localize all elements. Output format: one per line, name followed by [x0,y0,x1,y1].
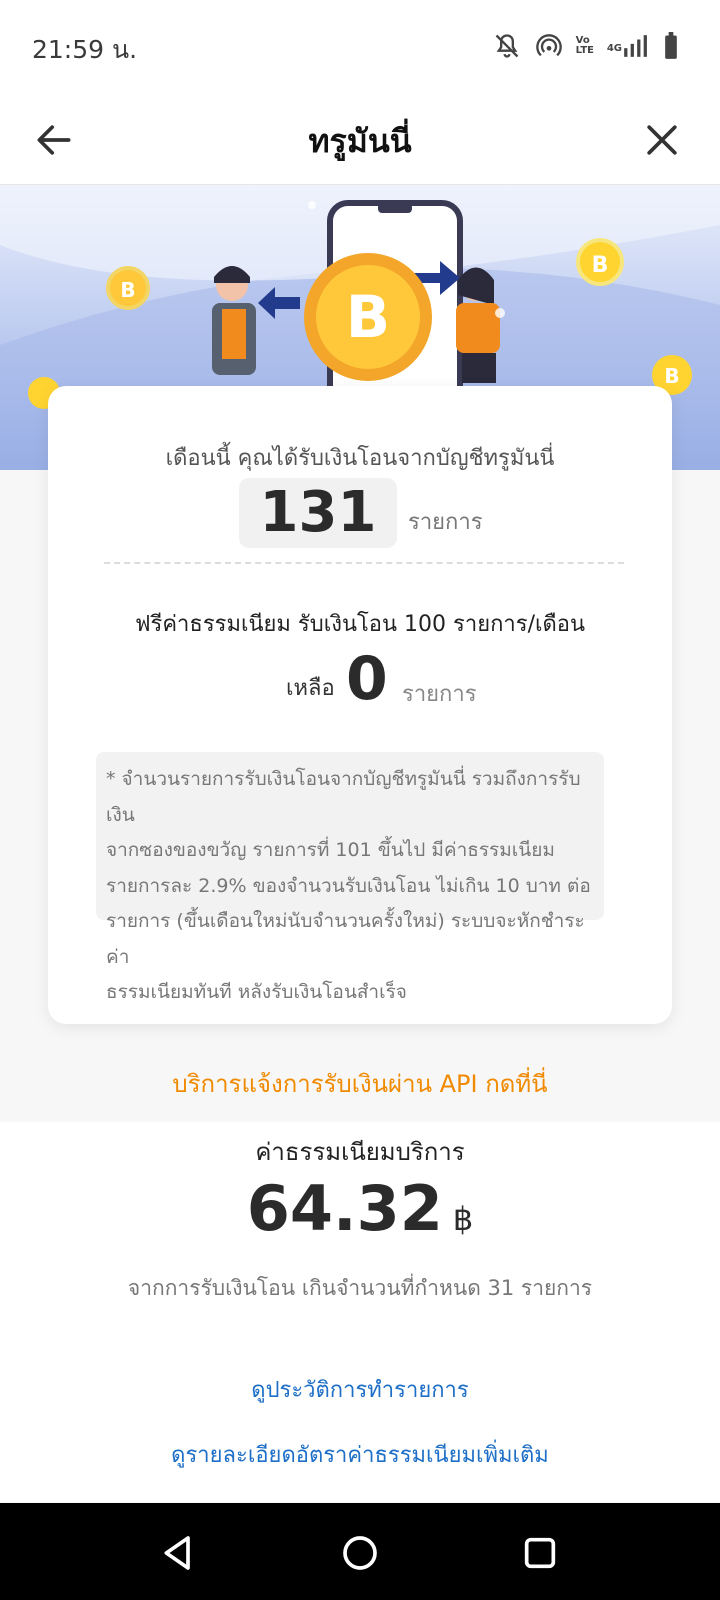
status-bar: 21:59 น. Vo LTE 4G [0,0,720,96]
nav-recents-button[interactable] [520,1533,560,1573]
bell-off-icon [493,30,521,62]
transaction-history-link[interactable]: ดูประวัติการทำรายการ [0,1372,720,1407]
fee-note-line: รายการ (ขึ้นเดือนใหม่นับจำนวนครั้งใหม่) … [106,910,585,968]
service-fee-title: ค่าธรรมเนียมบริการ [255,1138,465,1166]
fee-note-line: * จำนวนรายการรับเงินโอนจากบัญชีทรูมันนี่… [106,768,581,826]
remaining-count: 0 [346,644,388,714]
received-text: เดือนนี้ คุณได้รับเงินโอนจากบัญชีทรูมันน… [165,446,555,471]
remaining-unit: รายการ [402,682,477,707]
nav-recents-icon [524,1537,556,1569]
svg-text:B: B [120,278,135,302]
volte-icon: Vo LTE [575,35,595,56]
svg-text:B: B [346,283,390,351]
network-type-label: 4G [606,42,622,54]
system-nav-bar [0,1503,720,1600]
api-notification-link[interactable]: บริการแจ้งการรับเงินผ่าน API กดที่นี่ [0,1064,720,1103]
svg-text:B: B [592,253,609,278]
status-time: 21:59 น. [32,35,138,64]
currency-symbol: ฿ [452,1200,474,1238]
status-icons: Vo LTE 4G [493,30,680,62]
received-unit: รายการ [408,510,483,535]
fee-note-line: จากซองของขวัญ รายการที่ 101 ขึ้นไป มีค่า… [106,839,555,861]
close-button[interactable] [640,118,684,162]
service-fee-section: ค่าธรรมเนียมบริการ 64.32 ฿ จากการรับเงินโ… [0,1122,720,1502]
fee-note: * จำนวนรายการรับเงินโอนจากบัญชีทรูมันนี่… [96,752,604,1003]
nav-back-button[interactable] [158,1533,198,1573]
battery-icon [662,30,680,62]
app-header: ทรูมันนี่ [0,96,720,185]
svg-text:B: B [664,364,679,388]
fee-rate-details-link[interactable]: ดูรายละเอียดอัตราค่าธรรมเนียมเพิ่มเติม [0,1437,720,1472]
nav-home-button[interactable] [340,1533,380,1573]
service-fee-amount: 64.32 ฿ [0,1172,720,1245]
free-fee-text: ฟรีค่าธรรมเนียม รับเงินโอน 100 รายการ/เด… [134,612,586,637]
remaining-label: เหลือ [286,676,335,701]
hotspot-icon [535,30,563,62]
nav-home-icon [343,1536,377,1570]
summary-card: เดือนนี้ คุณได้รับเงินโอนจากบัญชีทรูมันน… [48,386,672,1024]
fee-note-line: ธรรมเนียมทันที หลังรับเงินโอนสำเร็จ [106,981,407,1003]
service-fee-description: จากการรับเงินโอน เกินจำนวนที่กำหนด 31 รา… [127,1276,593,1300]
close-icon [647,125,677,155]
received-count: 131 [239,478,397,548]
fee-amount-value: 64.32 [246,1172,443,1245]
signal-icon: 4G [607,30,648,62]
fee-note-line: รายการละ 2.9% ของจำนวนรับเงินโอน ไม่เกิน… [106,874,591,897]
divider [104,562,624,564]
page-title: ทรูมันนี่ [308,122,412,160]
nav-back-icon [164,1536,190,1570]
